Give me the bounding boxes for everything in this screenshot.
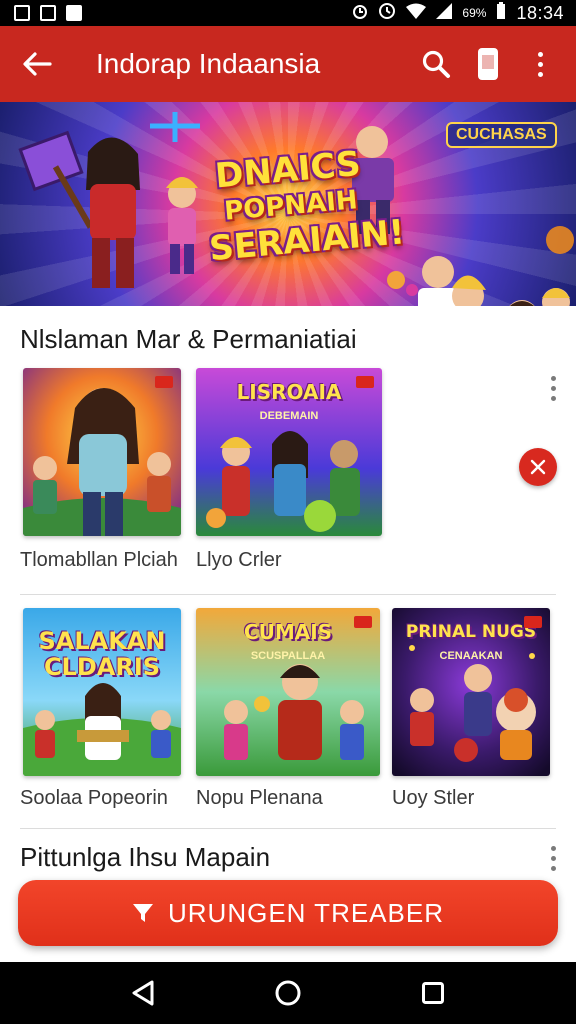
section-3-more-button[interactable] <box>551 846 556 871</box>
divider-2 <box>20 828 556 829</box>
game-tile-1[interactable] <box>23 368 181 536</box>
game-tile-4-art-title: CUMAIS <box>243 620 333 644</box>
nav-recents-button[interactable] <box>408 968 458 1018</box>
game-tile-1-badge <box>155 376 173 388</box>
home-circle-icon <box>275 980 301 1006</box>
battery-icon <box>496 1 506 25</box>
game-tile-3-art-title: SALAKAN CLDARIS <box>38 627 166 681</box>
phone-button[interactable] <box>470 42 506 86</box>
signal-icon <box>436 2 453 24</box>
system-nav-bar <box>0 962 576 1024</box>
game-tile-5-badge <box>524 616 542 628</box>
game-tile-4-label[interactable]: Nopu Plenana <box>196 787 323 810</box>
game-tile-3-label[interactable]: Soolaa Popeorin <box>20 787 168 810</box>
status-time: 18:34 <box>516 2 564 23</box>
back-button[interactable] <box>0 26 74 102</box>
game-tile-5-label[interactable]: Uoy Stler <box>392 787 474 810</box>
game-tile-1-art <box>23 368 181 536</box>
image-icon <box>40 5 56 21</box>
hero-corner-badge: CUCHASAS <box>446 122 557 148</box>
sim-icon <box>14 5 30 21</box>
status-right: 69% 18:34 <box>352 1 564 25</box>
search-button[interactable] <box>418 42 454 86</box>
primary-cta-label: URUNGEN TREABER <box>167 897 444 928</box>
primary-cta-button[interactable]: URUNGEN TREABER <box>18 880 558 946</box>
more-vert-icon <box>551 846 556 871</box>
clock-icon <box>378 2 396 25</box>
alarm-icon <box>352 2 368 25</box>
battery-percent: 69% <box>462 6 487 20</box>
hero-banner[interactable]: DNAICS POPNAIH SERAIAIN! CUCHASAS <box>0 102 576 306</box>
phone-icon <box>478 48 498 80</box>
nav-home-button[interactable] <box>263 968 313 1018</box>
app-bar: Indorap Indaansia <box>0 26 576 102</box>
game-tile-2[interactable]: LISROAIA DEBEMAIN <box>196 368 382 536</box>
dismiss-button[interactable] <box>519 448 557 486</box>
app-actions <box>418 42 576 86</box>
hero-headline: DNAICS POPNAIH SERAIAIN! <box>202 144 407 269</box>
game-tile-1-label[interactable]: Tlomabllan Plciah <box>20 549 178 572</box>
game-tile-5-art-subtitle: CENAAKAN <box>439 650 503 662</box>
notification-icon <box>66 5 82 21</box>
more-options-button[interactable] <box>522 42 558 86</box>
game-tile-2-art-title: LISROAIA <box>236 380 342 404</box>
game-tile-2-badge <box>356 376 374 388</box>
game-tile-4-badge <box>354 616 372 628</box>
app-title: Indorap Indaansia <box>96 48 321 79</box>
game-tile-4-art-subtitle: SCUSPALLAA <box>250 650 326 662</box>
close-icon <box>530 459 546 475</box>
game-tile-4[interactable]: CUMAIS SCUSPALLAA <box>196 608 380 776</box>
section-3-title: Pittunlga Ihsu Mapain <box>20 842 271 872</box>
more-vert-icon <box>537 51 543 77</box>
filter-icon <box>132 904 153 922</box>
recents-square-icon <box>422 982 445 1004</box>
more-vert-icon <box>551 376 556 401</box>
status-left <box>14 5 82 21</box>
status-bar: 69% 18:34 <box>0 0 576 26</box>
section-1-title: Nlslaman Mar & Permaniatiai <box>20 324 357 354</box>
game-tile-5[interactable]: PRINAL NUGS CENAAKAN <box>392 608 550 776</box>
game-tile-2-art-subtitle: DEBEMAIN <box>259 410 319 422</box>
game-tile-2-label[interactable]: Llyo Crler <box>196 549 282 572</box>
nav-back-button[interactable] <box>118 968 168 1018</box>
game-tile-3[interactable]: SALAKAN CLDARIS <box>23 608 181 776</box>
divider-1 <box>20 594 556 595</box>
back-arrow-icon <box>23 52 52 76</box>
wifi-icon <box>406 3 427 24</box>
search-icon <box>422 50 450 78</box>
back-triangle-icon <box>132 980 154 1006</box>
section-1-more-button[interactable] <box>551 376 556 401</box>
